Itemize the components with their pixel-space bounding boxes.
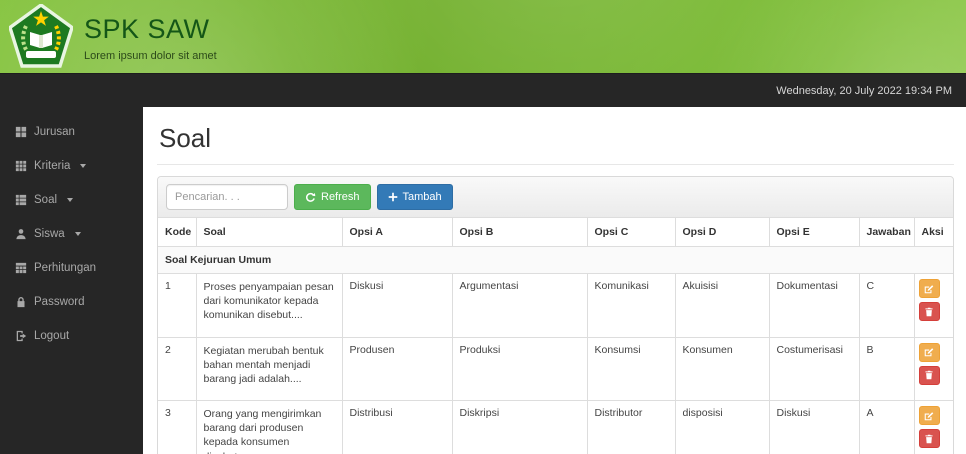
cell-opsi-d: disposisi: [675, 401, 769, 454]
cell-soal: Proses penyampaian pesan dari komunikato…: [196, 274, 342, 338]
cell-opsi-b: Produksi: [452, 337, 587, 401]
cell-kode: 1: [158, 274, 196, 338]
soal-table: Kode Soal Opsi A Opsi B Opsi C Opsi D Op…: [158, 218, 953, 454]
trash-icon: [924, 370, 934, 380]
soal-panel: Refresh Tambah Kode Soal Opsi: [157, 176, 954, 454]
chevron-down-icon: [75, 232, 81, 236]
cell-opsi-c: Komunikasi: [587, 274, 675, 338]
app-title: SPK SAW: [84, 14, 217, 45]
cell-jawaban: C: [859, 274, 914, 338]
col-jawaban: Jawaban: [859, 218, 914, 247]
trash-icon: [924, 434, 934, 444]
cell-jawaban: B: [859, 337, 914, 401]
table-header-row: Kode Soal Opsi A Opsi B Opsi C Opsi D Op…: [158, 218, 953, 247]
cell-opsi-a: Distribusi: [342, 401, 452, 454]
group-label: Soal Kejuruan Umum: [158, 247, 953, 274]
grid-2x2-icon: [15, 126, 27, 138]
cell-opsi-b: Argumentasi: [452, 274, 587, 338]
delete-button[interactable]: [919, 302, 940, 321]
cell-aksi: [914, 337, 953, 401]
delete-button[interactable]: [919, 429, 940, 448]
cell-opsi-d: Akuisisi: [675, 274, 769, 338]
app-header: SPK SAW Lorem ipsum dolor sit amet: [0, 0, 966, 73]
sidebar-item-perhitungan[interactable]: Perhitungan: [0, 251, 143, 285]
table-row: 3 Orang yang mengirimkan barang dari pro…: [158, 401, 953, 454]
col-aksi: Aksi: [914, 218, 953, 247]
ministry-logo-icon: [9, 4, 73, 68]
main-content: Soal Refresh Tambah: [143, 107, 966, 454]
col-kode: Kode: [158, 218, 196, 247]
cell-aksi: [914, 274, 953, 338]
datetime-bar: Wednesday, 20 July 2022 19:34 PM: [0, 73, 966, 107]
cell-opsi-a: Diskusi: [342, 274, 452, 338]
page-title: Soal: [159, 123, 954, 154]
table-row: 1 Proses penyampaian pesan dari komunika…: [158, 274, 953, 338]
user-icon: [15, 228, 27, 240]
cell-opsi-b: Diskripsi: [452, 401, 587, 454]
sidebar-item-label: Logout: [34, 330, 69, 342]
chevron-down-icon: [80, 164, 86, 168]
col-opsi-e: Opsi E: [769, 218, 859, 247]
tambah-button[interactable]: Tambah: [377, 184, 453, 210]
search-input[interactable]: [166, 184, 288, 210]
logout-icon: [15, 330, 27, 342]
sidebar-item-label: Password: [34, 296, 85, 308]
edit-button[interactable]: [919, 406, 940, 425]
edit-icon: [924, 347, 934, 357]
edit-button[interactable]: [919, 279, 940, 298]
toolbar: Refresh Tambah: [158, 177, 953, 218]
cell-opsi-e: Costumerisasi: [769, 337, 859, 401]
col-opsi-c: Opsi C: [587, 218, 675, 247]
lock-icon: [15, 296, 27, 308]
trash-icon: [924, 307, 934, 317]
sidebar-item-jurusan[interactable]: Jurusan: [0, 115, 143, 149]
app-subtitle: Lorem ipsum dolor sit amet: [84, 50, 217, 62]
cell-jawaban: A: [859, 401, 914, 454]
col-opsi-a: Opsi A: [342, 218, 452, 247]
sidebar-item-soal[interactable]: Soal: [0, 183, 143, 217]
edit-icon: [924, 411, 934, 421]
grid-3x3-icon: [15, 160, 27, 172]
cell-aksi: [914, 401, 953, 454]
col-opsi-d: Opsi D: [675, 218, 769, 247]
edit-icon: [924, 284, 934, 294]
cell-opsi-c: Distributor: [587, 401, 675, 454]
sidebar-item-label: Perhitungan: [34, 262, 96, 274]
sidebar-item-label: Kriteria: [34, 160, 70, 172]
cell-soal: Orang yang mengirimkan barang dari produ…: [196, 401, 342, 454]
cell-opsi-a: Produsen: [342, 337, 452, 401]
cell-opsi-c: Konsumsi: [587, 337, 675, 401]
col-soal: Soal: [196, 218, 342, 247]
refresh-button[interactable]: Refresh: [294, 184, 371, 210]
table-body: Soal Kejuruan Umum 1 Proses penyampaian …: [158, 247, 953, 454]
sidebar-item-kriteria[interactable]: Kriteria: [0, 149, 143, 183]
table-row: 2 Kegiatan merubah bentuk bahan mentah m…: [158, 337, 953, 401]
sidebar-item-siswa[interactable]: Siswa: [0, 217, 143, 251]
plus-icon: [388, 192, 398, 202]
cell-opsi-e: Diskusi: [769, 401, 859, 454]
sidebar-item-label: Siswa: [34, 228, 65, 240]
cell-opsi-e: Dokumentasi: [769, 274, 859, 338]
sidebar-item-password[interactable]: Password: [0, 285, 143, 319]
datetime-text: Wednesday, 20 July 2022 19:34 PM: [776, 85, 952, 97]
cell-opsi-d: Konsumen: [675, 337, 769, 401]
cell-kode: 2: [158, 337, 196, 401]
title-divider: [157, 164, 954, 165]
col-opsi-b: Opsi B: [452, 218, 587, 247]
edit-button[interactable]: [919, 343, 940, 362]
group-row: Soal Kejuruan Umum: [158, 247, 953, 274]
cell-soal: Kegiatan merubah bentuk bahan mentah men…: [196, 337, 342, 401]
sidebar: Jurusan Kriteria Soal Siswa Perhitungan …: [0, 107, 143, 454]
sidebar-item-label: Soal: [34, 194, 57, 206]
sidebar-item-label: Jurusan: [34, 126, 75, 138]
delete-button[interactable]: [919, 366, 940, 385]
sidebar-item-logout[interactable]: Logout: [0, 319, 143, 353]
chevron-down-icon: [67, 198, 73, 202]
table-icon: [15, 262, 27, 274]
refresh-icon: [305, 192, 316, 203]
list-icon: [15, 194, 27, 206]
cell-kode: 3: [158, 401, 196, 454]
